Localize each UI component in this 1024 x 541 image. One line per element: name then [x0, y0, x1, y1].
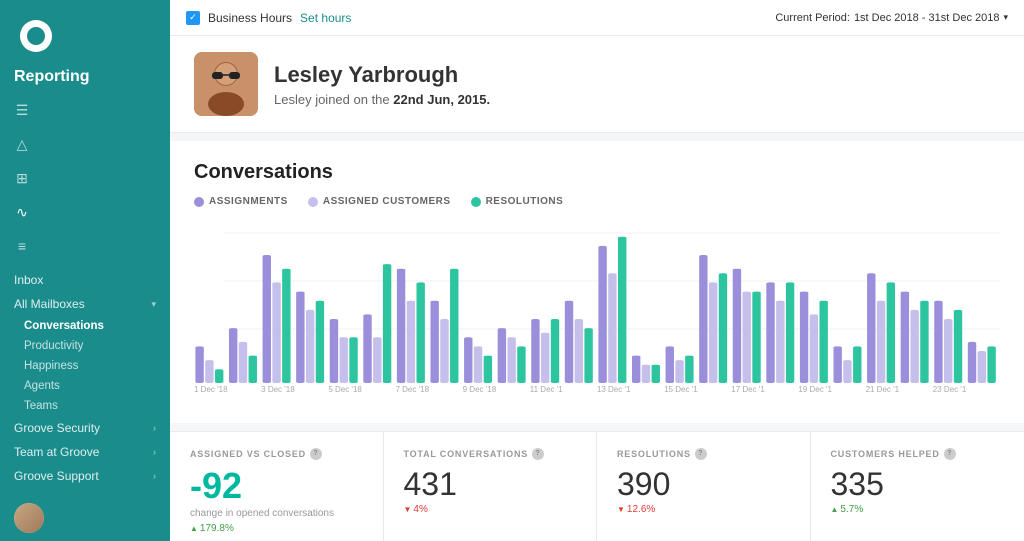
business-hours-label: Business Hours — [208, 11, 292, 25]
stat-value-3: 335 — [831, 468, 1005, 500]
bell-icon[interactable]: △ — [8, 130, 36, 158]
dropdown-icon[interactable]: ▾ — [1003, 12, 1008, 23]
stat-sub-0: change in opened conversations — [190, 508, 363, 519]
stats-grid-1: ASSIGNED VS CLOSED ? -92 change in opene… — [170, 431, 1024, 541]
bar-chart: 30 10 1 Dec '183 Dec '185 Dec '187 Dec '… — [194, 223, 1000, 403]
sidebar-title: Reporting — [0, 60, 170, 92]
stat-change-0: 179.8% — [190, 523, 363, 534]
profile-avatar — [194, 52, 258, 116]
stat-change-1: 4% — [404, 504, 577, 515]
join-date: 22nd Jun, 2015. — [393, 92, 490, 107]
content-area: Lesley Yarbrough Lesley joined on the 22… — [170, 36, 1024, 541]
stat-label-1: TOTAL CONVERSATIONS ? — [404, 448, 577, 460]
arrow-up-icon — [831, 504, 839, 515]
grid-icon[interactable]: ⊞ — [8, 164, 36, 192]
user-avatar[interactable] — [14, 503, 44, 533]
sidebar-sub-productivity[interactable]: Productivity — [0, 336, 170, 356]
chevron-icon: › — [153, 423, 156, 433]
stat-resolutions: RESOLUTIONS ? 390 12.6% — [597, 432, 811, 541]
stat-value-0: -92 — [190, 468, 363, 504]
sidebar-nav: Inbox All Mailboxes ▾ Conversations Prod… — [0, 264, 170, 495]
help-icon-1[interactable]: ? — [532, 448, 544, 460]
stat-assigned-vs-closed: ASSIGNED VS CLOSED ? -92 change in opene… — [170, 432, 384, 541]
legend-dot-resolutions — [471, 197, 481, 207]
stat-total-conversations: TOTAL CONVERSATIONS ? 431 4% — [384, 432, 598, 541]
set-hours-link[interactable]: Set hours — [300, 11, 351, 25]
sidebar-item-inbox[interactable]: Inbox — [0, 268, 170, 292]
pulse-icon[interactable]: ∿ — [8, 198, 36, 226]
arrow-down-icon — [404, 504, 412, 515]
stat-change-2: 12.6% — [617, 504, 790, 515]
sidebar-logo[interactable] — [20, 20, 52, 52]
legend-dot-assignments — [194, 197, 204, 207]
topbar-right: Current Period: 1st Dec 2018 - 31st Dec … — [775, 12, 1008, 24]
chevron-icon: › — [153, 447, 156, 457]
sidebar-sub-teams[interactable]: Teams — [0, 396, 170, 416]
help-icon-3[interactable]: ? — [944, 448, 956, 460]
sidebar-sub-happiness[interactable]: Happiness — [0, 356, 170, 376]
business-hours-checkbox[interactable]: ✓ — [186, 11, 200, 25]
inbox-icon[interactable]: ☰ — [8, 96, 36, 124]
stat-label-0: ASSIGNED VS CLOSED ? — [190, 448, 363, 460]
stat-customers-helped: CUSTOMERS HELPED ? 335 5.7% — [811, 432, 1024, 541]
main-content: ✓ Business Hours Set hours Current Perio… — [170, 0, 1024, 541]
topbar-left: ✓ Business Hours Set hours — [186, 11, 351, 25]
legend-dot-customers — [308, 197, 318, 207]
stat-label-2: RESOLUTIONS ? — [617, 448, 790, 460]
arrow-down-icon — [617, 504, 625, 515]
profile-header: Lesley Yarbrough Lesley joined on the 22… — [170, 36, 1024, 133]
legend-assignments: ASSIGNMENTS — [194, 196, 288, 207]
sidebar-item-all-mailboxes[interactable]: All Mailboxes ▾ — [0, 292, 170, 316]
chevron-icon: › — [153, 471, 156, 481]
chart-legend: ASSIGNMENTS ASSIGNED CUSTOMERS RESOLUTIO… — [194, 196, 1000, 207]
stat-value-1: 431 — [404, 468, 577, 500]
topbar: ✓ Business Hours Set hours Current Perio… — [170, 0, 1024, 36]
chevron-icon: ▾ — [151, 299, 156, 310]
sidebar-item-groove-support[interactable]: Groove Support › — [0, 464, 170, 488]
sidebar: Reporting ☰ △ ⊞ ∿ ≡ Inbox All Mailboxes … — [0, 0, 170, 541]
current-period-value: 1st Dec 2018 - 31st Dec 2018 — [854, 12, 1000, 24]
profile-name: Lesley Yarbrough — [274, 62, 490, 88]
profile-info: Lesley Yarbrough Lesley joined on the 22… — [274, 62, 490, 107]
help-icon-2[interactable]: ? — [695, 448, 707, 460]
sidebar-item-team-at-groove[interactable]: Team at Groove › — [0, 440, 170, 464]
arrow-up-icon — [190, 523, 198, 534]
legend-resolutions: RESOLUTIONS — [471, 196, 564, 207]
sidebar-sub-conversations[interactable]: Conversations — [0, 316, 170, 336]
sidebar-item-groove-security[interactable]: Groove Security › — [0, 416, 170, 440]
legend-customers: ASSIGNED CUSTOMERS — [308, 196, 451, 207]
stat-change-3: 5.7% — [831, 504, 1005, 515]
profile-joined: Lesley joined on the 22nd Jun, 2015. — [274, 92, 490, 107]
lines-icon[interactable]: ≡ — [8, 232, 36, 260]
chart-title: Conversations — [194, 161, 1000, 184]
stat-label-3: CUSTOMERS HELPED ? — [831, 448, 1005, 460]
sidebar-item-groove-marketing[interactable]: Groove Marketing › — [0, 488, 170, 495]
avatar-image — [194, 52, 258, 116]
stat-value-2: 390 — [617, 468, 790, 500]
chart-section: Conversations ASSIGNMENTS ASSIGNED CUSTO… — [170, 141, 1024, 423]
sidebar-sub-agents[interactable]: Agents — [0, 376, 170, 396]
help-icon-0[interactable]: ? — [310, 448, 322, 460]
current-period-label: Current Period: — [775, 12, 850, 24]
